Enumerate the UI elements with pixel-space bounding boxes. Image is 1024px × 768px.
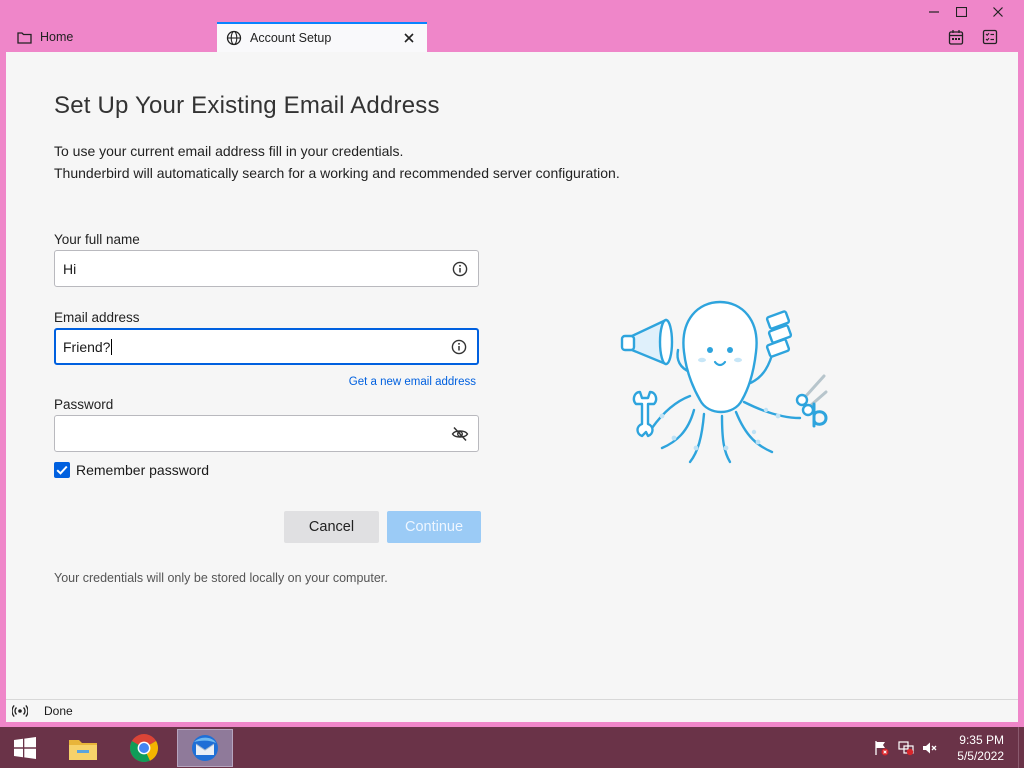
tab-home[interactable]: Home xyxy=(6,22,211,52)
intro-line-1: To use your current email address fill i… xyxy=(54,143,404,159)
volume-muted-icon[interactable] xyxy=(921,739,939,757)
thunderbird-window: Home Account Setup Set Up Your Existing … xyxy=(0,0,1024,727)
continue-button[interactable]: Continue xyxy=(387,511,481,543)
password-field[interactable] xyxy=(54,415,479,452)
full-name-label: Your full name xyxy=(54,232,140,247)
password-label: Password xyxy=(54,397,114,412)
info-icon[interactable] xyxy=(450,338,468,356)
taskbar: 9:35 PM 5/5/2022 xyxy=(0,727,1024,768)
email-label: Email address xyxy=(54,310,140,325)
calendar-icon[interactable] xyxy=(947,28,965,46)
clock-time: 9:35 PM xyxy=(959,733,1004,747)
close-window-button[interactable] xyxy=(985,2,1011,22)
title-bar: Home Account Setup xyxy=(0,0,1024,52)
globe-icon xyxy=(226,30,242,46)
eye-slash-icon[interactable] xyxy=(451,425,469,443)
get-new-email-link[interactable]: Get a new email address xyxy=(349,376,476,388)
intro-text: To use your current email address fill i… xyxy=(54,140,620,184)
clock-date: 5/5/2022 xyxy=(957,749,1004,763)
tab-account-setup[interactable]: Account Setup xyxy=(217,22,427,52)
intro-line-2: Thunderbird will automatically search fo… xyxy=(54,165,620,181)
thunderbird-taskbar-icon[interactable] xyxy=(177,729,233,767)
tab-account-setup-label: Account Setup xyxy=(250,31,332,45)
email-field[interactable]: Friend? xyxy=(54,328,479,365)
folder-icon xyxy=(16,29,32,45)
windows-start-button[interactable] xyxy=(0,729,50,767)
info-icon[interactable] xyxy=(451,260,469,278)
taskbar-clock[interactable]: 9:35 PM 5/5/2022 xyxy=(957,732,1004,764)
remember-password-row[interactable]: Remember password xyxy=(54,462,209,478)
remember-password-label: Remember password xyxy=(76,462,210,478)
cancel-button[interactable]: Cancel xyxy=(284,511,379,543)
credentials-note: Your credentials will only be stored loc… xyxy=(54,571,388,585)
octopus-mascot-illustration xyxy=(620,300,828,464)
tasks-icon[interactable] xyxy=(981,28,999,46)
full-name-value: Hi xyxy=(63,260,77,277)
text-caret xyxy=(111,338,113,355)
remember-password-checkbox[interactable] xyxy=(54,462,70,478)
page-title: Set Up Your Existing Email Address xyxy=(54,92,440,119)
network-icon[interactable] xyxy=(897,739,915,757)
full-name-field[interactable]: Hi xyxy=(54,250,479,287)
file-explorer-icon[interactable] xyxy=(55,729,111,767)
online-status-icon[interactable] xyxy=(6,704,34,718)
action-center-flag-icon[interactable] xyxy=(872,739,890,757)
maximize-button[interactable] xyxy=(948,2,974,22)
email-value: Friend? xyxy=(63,338,111,355)
status-text: Done xyxy=(44,704,73,718)
tab-home-label: Home xyxy=(40,30,74,44)
show-desktop-button[interactable] xyxy=(1018,727,1024,768)
minimize-button[interactable] xyxy=(921,2,947,22)
chrome-icon[interactable] xyxy=(116,729,172,767)
close-tab-icon[interactable] xyxy=(401,30,417,46)
status-bar: Done xyxy=(6,699,1018,722)
account-setup-page: Set Up Your Existing Email Address To us… xyxy=(6,52,1018,699)
